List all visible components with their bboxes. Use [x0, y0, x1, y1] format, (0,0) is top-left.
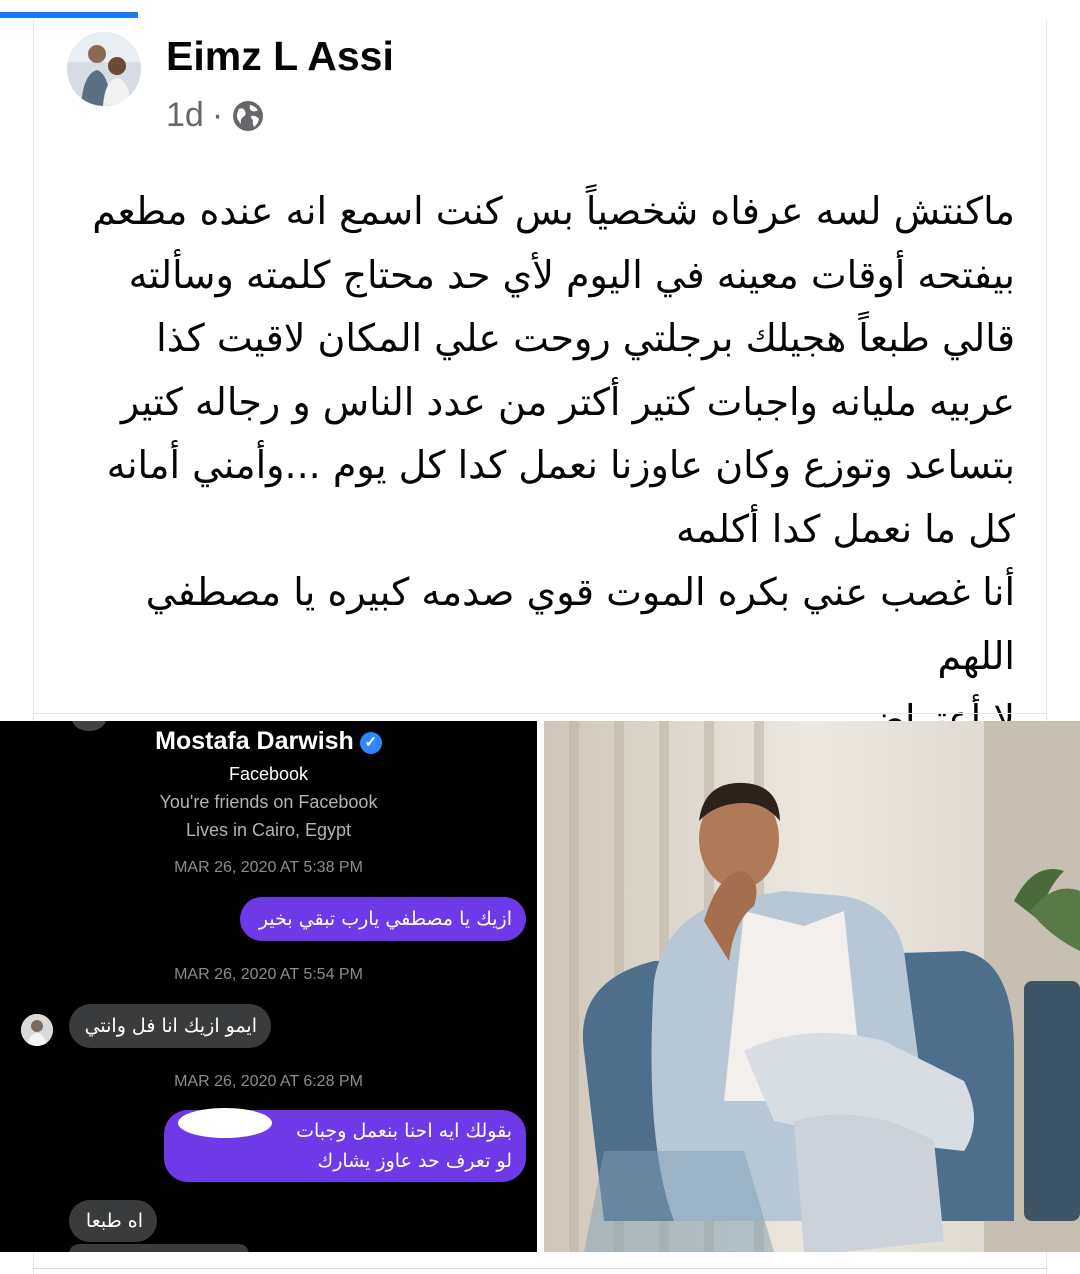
post-meta: 1d · [166, 96, 265, 135]
post-line: بتساعد وتوزع وكان عاوزنا نعمل كدا كل يوم… [106, 443, 1015, 487]
author-name[interactable]: Eimz L Assi [166, 33, 394, 80]
platform-label: Facebook [228, 764, 309, 784]
profile-name-text: Mostafa Darwish [155, 727, 354, 755]
post-line: أنا غصب عني بكره الموت قوي صدمه كبيره يا… [145, 570, 1015, 678]
author-avatar[interactable] [67, 32, 141, 106]
message-bubble-incoming-partial [69, 1244, 249, 1252]
profile-name: Mostafa Darwish ✓ [0, 727, 537, 756]
globe-icon[interactable] [231, 99, 265, 133]
post-line: قالي طبعاً هجيلك برجلتي روحت علي المكان … [156, 316, 1015, 360]
message-bubble-outgoing: ازيك يا مصطفي يارب تبقي بخير [240, 897, 526, 941]
message-bubble-incoming: ايمو ازيك انا فل وانتي [69, 1004, 271, 1048]
photo-man-seated[interactable] [544, 721, 1080, 1252]
post-bottom-border [33, 1268, 1046, 1269]
message-timestamp: MAR 26, 2020 AT 5:54 PM [174, 966, 363, 983]
content-divider [33, 713, 1046, 714]
post-time[interactable]: 1d [166, 96, 204, 135]
friends-label: You're friends on Facebook [159, 792, 378, 812]
post-line: عربيه مليانه واجبات كتير أكتر من عدد الن… [120, 379, 1015, 424]
message-bubble-incoming: اه طبعا [69, 1200, 157, 1242]
redaction-scribble [178, 1108, 272, 1138]
meta-separator: · [211, 96, 224, 134]
post-body: ماكنتش لسه عرفاه شخصياً بس كنت اسمع انه … [60, 180, 1015, 752]
message-timestamp: MAR 26, 2020 AT 5:38 PM [174, 859, 363, 876]
post-line: كل ما نعمل كدا أكلمه [676, 506, 1015, 551]
message-line: لو تعرف حد عاوز يشارك [317, 1150, 512, 1172]
post-line: بيفتحه أوقات معينه في اليوم لأي حد محتاج… [128, 252, 1015, 297]
message-timestamp: MAR 26, 2020 AT 6:28 PM [174, 1073, 363, 1090]
verified-badge-icon: ✓ [359, 732, 382, 754]
photo-messenger-screenshot[interactable]: Mostafa Darwish ✓ Facebook You're friends… [0, 721, 537, 1252]
post-line: ماكنتش لسه عرفاه شخصياً بس كنت اسمع انه … [92, 189, 1015, 233]
sender-avatar [21, 1014, 53, 1046]
active-tab-indicator [0, 12, 138, 18]
lives-label: Lives in Cairo, Egypt [185, 820, 352, 840]
